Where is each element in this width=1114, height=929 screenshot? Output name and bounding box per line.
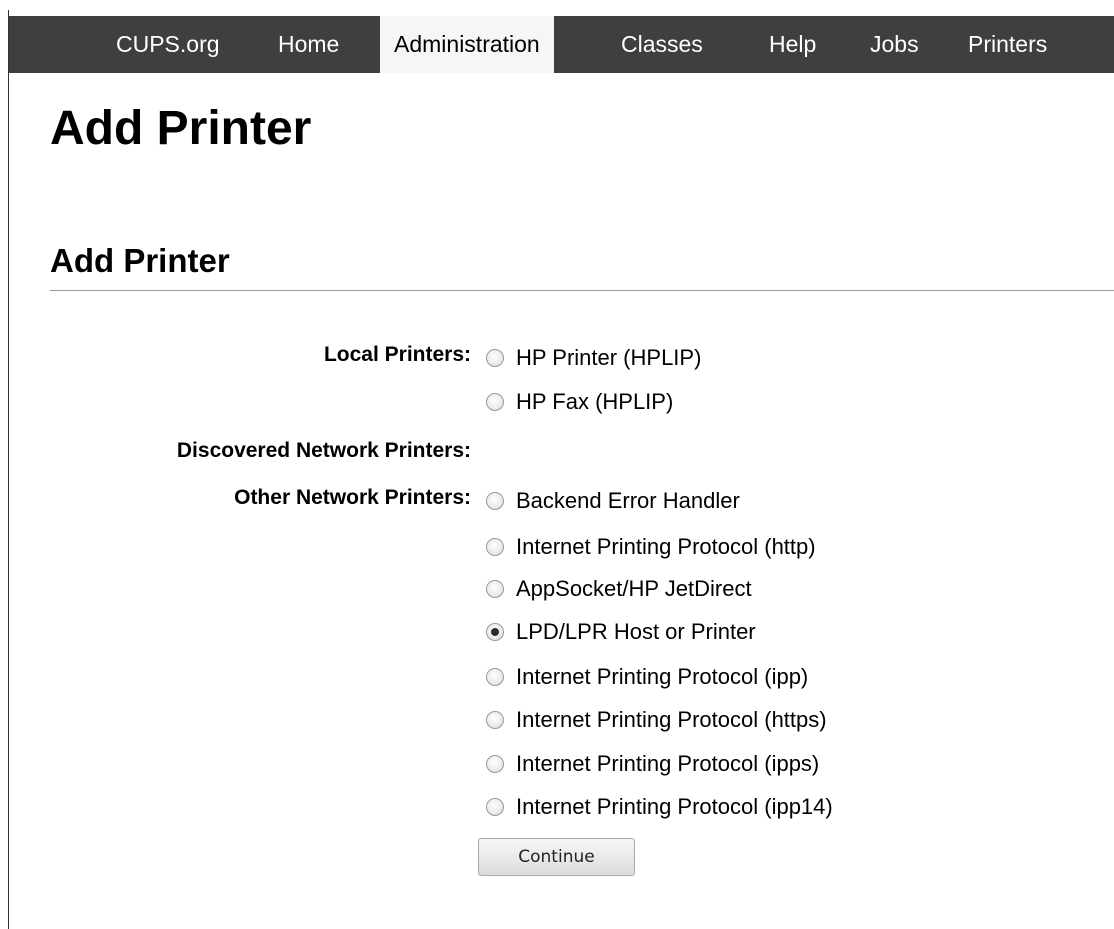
radio-button[interactable] — [486, 538, 504, 556]
option-hp-printer-hplip[interactable]: HP Printer (HPLIP) — [486, 342, 701, 374]
nav-item-classes[interactable]: Classes — [621, 16, 703, 73]
option-label: AppSocket/HP JetDirect — [516, 576, 752, 601]
option-label: Backend Error Handler — [516, 488, 740, 513]
radio-button[interactable] — [486, 393, 504, 411]
nav-item-cups-org[interactable]: CUPS.org — [116, 16, 220, 73]
option-label: Internet Printing Protocol (ipp) — [516, 664, 809, 689]
option-label: HP Printer (HPLIP) — [516, 345, 702, 370]
radio-button[interactable] — [486, 755, 504, 773]
option-ipp-ipp[interactable]: Internet Printing Protocol (ipp) — [486, 661, 808, 693]
option-ipp-ipp14[interactable]: Internet Printing Protocol (ipp14) — [486, 791, 833, 823]
nav-item-printers[interactable]: Printers — [968, 16, 1047, 73]
option-ipp-ipps[interactable]: Internet Printing Protocol (ipps) — [486, 748, 819, 780]
section-divider — [50, 290, 1114, 291]
radio-button[interactable] — [486, 623, 504, 641]
continue-button[interactable]: Continue — [478, 838, 635, 876]
radio-button[interactable] — [486, 711, 504, 729]
option-label: Internet Printing Protocol (https) — [516, 707, 827, 732]
nav-item-help[interactable]: Help — [769, 16, 816, 73]
option-hp-fax-hplip[interactable]: HP Fax (HPLIP) — [486, 386, 673, 418]
radio-button[interactable] — [486, 349, 504, 367]
option-ipp-https[interactable]: Internet Printing Protocol (https) — [486, 704, 827, 736]
page-title: Add Printer — [50, 102, 312, 155]
option-label: HP Fax (HPLIP) — [516, 389, 674, 414]
local-printers-label: Local Printers: — [323, 343, 471, 366]
option-ipp-http[interactable]: Internet Printing Protocol (http) — [486, 531, 816, 563]
option-backend-error-handler[interactable]: Backend Error Handler — [486, 485, 740, 517]
top-navbar: CUPS.org Home Administration Classes Hel… — [9, 16, 1114, 73]
option-label: Internet Printing Protocol (ipp14) — [516, 794, 833, 819]
nav-item-jobs[interactable]: Jobs — [870, 16, 919, 73]
other-network-printers-label: Other Network Printers: — [234, 486, 471, 509]
discovered-network-printers-label: Discovered Network Printers: — [176, 439, 471, 462]
option-label: LPD/LPR Host or Printer — [516, 619, 756, 644]
option-lpd-lpr-host[interactable]: LPD/LPR Host or Printer — [486, 616, 756, 648]
option-appsocket-hp-jetdirect[interactable]: AppSocket/HP JetDirect — [486, 573, 752, 605]
radio-button[interactable] — [486, 492, 504, 510]
radio-button[interactable] — [486, 798, 504, 816]
radio-button[interactable] — [486, 668, 504, 686]
nav-item-home[interactable]: Home — [278, 16, 339, 73]
option-label: Internet Printing Protocol (ipps) — [516, 751, 820, 776]
radio-button[interactable] — [486, 580, 504, 598]
section-title: Add Printer — [50, 242, 230, 279]
option-label: Internet Printing Protocol (http) — [516, 534, 816, 559]
nav-item-administration[interactable]: Administration — [380, 16, 554, 73]
